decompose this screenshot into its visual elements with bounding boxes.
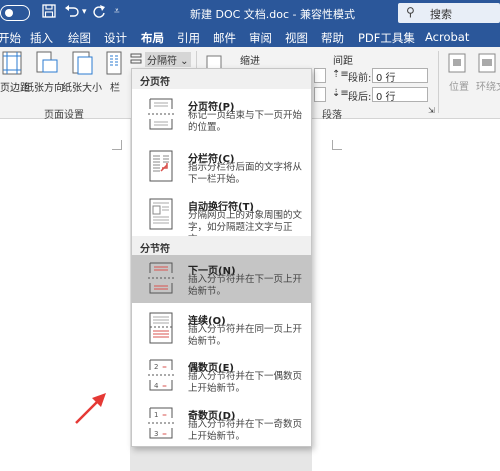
svg-text:=: = xyxy=(162,412,167,419)
section-breaks-header: 分节符 xyxy=(132,236,311,256)
space-after-icon: ⇣≡ xyxy=(332,88,349,99)
svg-text:=: = xyxy=(162,431,167,438)
column-break-desc: 指示分栏符后面的文字将从下一栏开始。 xyxy=(188,162,303,185)
position-button[interactable]: 位置 xyxy=(449,78,469,93)
tab-view[interactable]: 视图 xyxy=(285,30,308,46)
document-page[interactable] xyxy=(0,119,130,471)
space-before-label: 段前: xyxy=(348,73,372,84)
tab-design[interactable]: 设计 xyxy=(104,30,127,46)
position-icon[interactable] xyxy=(448,53,466,76)
tab-insert[interactable]: 插入 xyxy=(30,30,53,46)
page-breaks-header: 分页符 xyxy=(132,69,311,89)
page-break-item[interactable]: 分页符(P) 标记一页结束与下一页开始的位置。 xyxy=(132,91,311,139)
even-page-section-icon: 2 = 4 = xyxy=(148,359,174,391)
breaks-button[interactable]: 分隔符 ⌄ xyxy=(145,52,191,67)
margins-icon[interactable] xyxy=(2,51,22,78)
paper-size-button[interactable]: 纸张大小 xyxy=(62,79,102,94)
undo-icon[interactable] xyxy=(64,4,80,22)
space-after-value: 0 行 xyxy=(376,92,396,103)
search-label: 搜索 xyxy=(430,8,452,21)
columns-icon[interactable] xyxy=(106,51,122,78)
tab-draw[interactable]: 绘图 xyxy=(68,30,91,46)
orientation-button[interactable]: 纸张方向 xyxy=(24,79,64,94)
undo-dropdown-icon[interactable]: ▾ xyxy=(82,7,87,17)
next-page-section-item[interactable]: 下一页(N) 插入分节符并在下一页上开始新节。 xyxy=(132,255,311,303)
svg-text:1: 1 xyxy=(154,411,158,419)
title-bar: ▾ ⩡ 新建 DOC 文档.doc - 兼容性模式 ⚲ 搜索 xyxy=(0,0,500,27)
columns-button[interactable]: 栏 xyxy=(110,79,120,94)
tab-layout[interactable]: 布局 xyxy=(141,30,164,50)
ribbon-separator xyxy=(438,51,439,113)
wrap-text-button[interactable]: 环绕文字 xyxy=(476,78,500,93)
indent-label: 缩进 xyxy=(240,56,260,67)
document-title: 新建 DOC 文档.doc - 兼容性模式 xyxy=(190,8,356,21)
even-page-section-desc: 插入分节符并在下一偶数页上开始新节。 xyxy=(188,371,303,394)
tab-home[interactable]: 开始 xyxy=(0,30,21,46)
space-before-value: 0 行 xyxy=(376,73,396,84)
odd-page-section-item[interactable]: 1 = 3 = 奇数页(D) 插入分节符并在下一奇数页上开始新节。 xyxy=(132,400,311,448)
space-before-icon: ⇡≡ xyxy=(332,69,349,80)
svg-text:=: = xyxy=(162,364,167,371)
svg-text:2: 2 xyxy=(154,363,158,371)
search-box[interactable]: ⚲ 搜索 xyxy=(398,3,500,23)
page-break-desc: 标记一页结束与下一页开始的位置。 xyxy=(188,110,303,133)
continuous-section-desc: 插入分节符并在同一页上开始新节。 xyxy=(188,324,303,347)
svg-text:3: 3 xyxy=(154,430,158,438)
next-page-section-icon xyxy=(148,262,174,294)
spacing-label: 间距 xyxy=(333,56,353,67)
breaks-dropdown-menu: 分页符 分页符(P) 标记一页结束与下一页开始的位置。 分栏符(C) 指示分栏符… xyxy=(131,68,312,447)
continuous-section-icon xyxy=(149,312,173,344)
paragraph-dialog-launcher-icon[interactable]: ⇲ xyxy=(428,106,435,115)
breaks-label: 分隔符 xyxy=(147,56,177,67)
autosave-toggle[interactable] xyxy=(0,5,30,21)
search-icon: ⚲ xyxy=(406,5,415,19)
odd-page-section-desc: 插入分节符并在下一奇数页上开始新节。 xyxy=(188,419,303,442)
odd-page-section-icon: 1 = 3 = xyxy=(148,407,174,439)
even-page-section-item[interactable]: 2 = 4 = 偶数页(E) 插入分节符并在下一偶数页上开始新节。 xyxy=(132,352,311,400)
text-wrapping-break-icon xyxy=(149,198,173,230)
column-break-icon xyxy=(149,150,173,182)
space-after-field[interactable]: 0 行 xyxy=(372,87,428,103)
orientation-icon[interactable] xyxy=(36,51,58,78)
tab-references[interactable]: 引用 xyxy=(177,30,200,46)
margin-corner-mark xyxy=(112,140,122,150)
wrap-text-icon[interactable] xyxy=(478,53,496,76)
indent-right-spinner[interactable] xyxy=(314,87,326,102)
svg-text:=: = xyxy=(162,383,167,390)
next-page-section-desc: 插入分节符并在下一页上开始新节。 xyxy=(188,274,303,297)
redo-icon[interactable] xyxy=(92,4,106,22)
save-icon[interactable] xyxy=(42,4,56,22)
tab-pdf-tools[interactable]: PDF工具集 xyxy=(358,30,415,46)
tab-acrobat[interactable]: Acrobat xyxy=(425,30,469,44)
red-arrow-annotation xyxy=(75,393,106,424)
indent-left-spinner[interactable] xyxy=(314,68,326,83)
breaks-icon[interactable] xyxy=(130,53,142,67)
document-page[interactable] xyxy=(312,119,500,471)
text-wrapping-break-item[interactable]: 自动换行符(T) 分隔网页上的对象周围的文字，如分隔题注文字与正文。 xyxy=(132,191,311,245)
column-break-item[interactable]: 分栏符(C) 指示分栏符后面的文字将从下一栏开始。 xyxy=(132,143,311,191)
tab-review[interactable]: 审阅 xyxy=(249,30,272,46)
page-break-icon xyxy=(148,98,174,130)
space-before-field[interactable]: 0 行 xyxy=(372,68,428,84)
paper-size-icon[interactable] xyxy=(72,51,94,78)
tab-mailings[interactable]: 邮件 xyxy=(213,30,236,46)
margin-corner-mark xyxy=(332,140,342,150)
continuous-section-item[interactable]: 连续(O) 插入分节符并在同一页上开始新节。 xyxy=(132,305,311,353)
space-after-label: 段后: xyxy=(348,92,372,103)
tab-help[interactable]: 帮助 xyxy=(321,30,344,46)
customize-qat-icon[interactable]: ⩡ xyxy=(114,6,120,17)
ribbon-tabs: 开始 插入 绘图 设计 布局 引用 邮件 审阅 视图 帮助 PDF工具集 Acr… xyxy=(0,27,500,50)
svg-text:4: 4 xyxy=(154,382,159,390)
